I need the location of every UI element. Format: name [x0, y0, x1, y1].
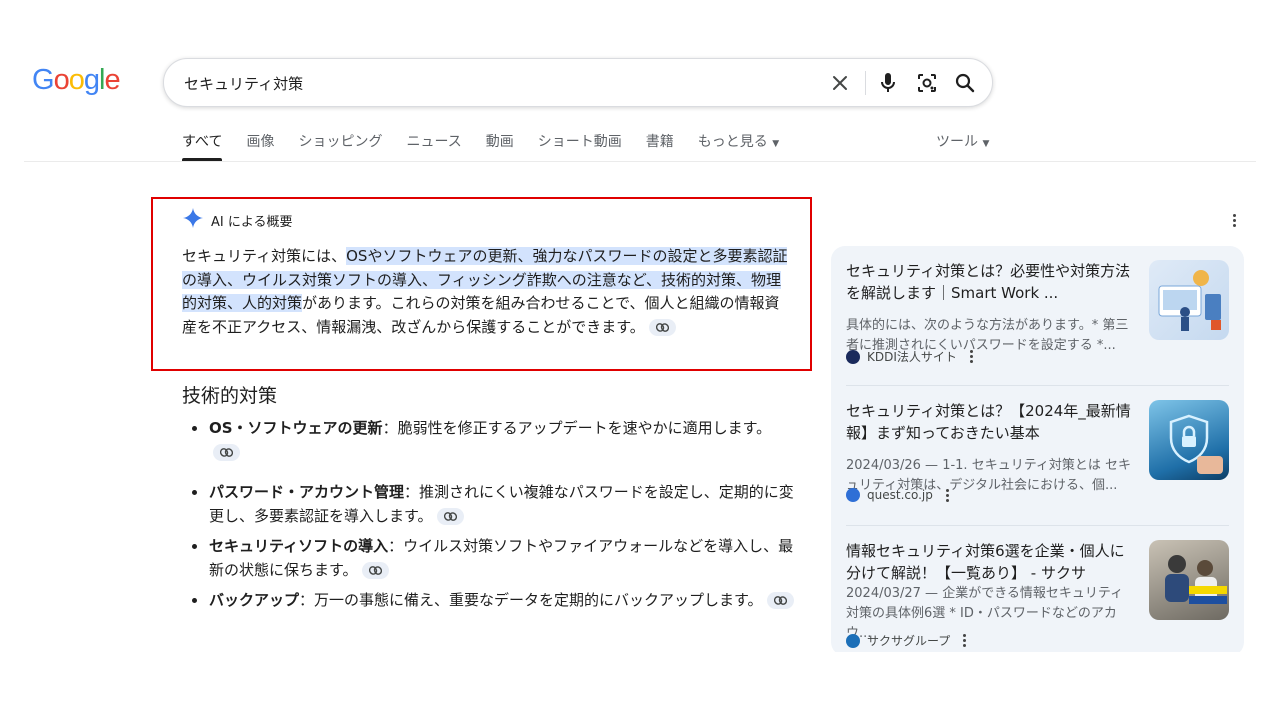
source-card[interactable]: 情報セキュリティ対策6選を企業・個人に分けて解説！【一覧あり】 - サクサ 20…	[846, 540, 1231, 652]
tools-button[interactable]: ツール ▼	[936, 131, 989, 151]
mic-icon[interactable]	[876, 71, 900, 95]
search-tabs: すべて 画像 ショッピング ニュース 動画 ショート動画 書籍 もっと見る ▼	[182, 131, 803, 161]
lens-icon[interactable]	[915, 71, 939, 95]
more-options-icon[interactable]	[969, 350, 973, 363]
source-title[interactable]: セキュリティ対策とは？【2024年_最新情報】まず知っておきたい基本	[846, 400, 1136, 444]
search-box[interactable]: セキュリティ対策	[163, 58, 993, 107]
ai-overview-header: AI による概要	[183, 208, 292, 232]
sparkle-icon	[183, 208, 203, 232]
logo-letter: o	[53, 64, 70, 96]
more-options-icon[interactable]	[945, 488, 949, 502]
link-icon[interactable]	[436, 508, 464, 525]
tab-news[interactable]: ニュース	[406, 131, 461, 161]
source-card[interactable]: セキュリティ対策とは？必要性や対策方法を解説します｜Smart Work ...…	[846, 260, 1231, 372]
site-name: KDDI法人サイト	[867, 350, 957, 364]
source-title[interactable]: 情報セキュリティ対策6選を企業・個人に分けて解説！【一覧あり】 - サクサ	[846, 540, 1136, 584]
search-icon[interactable]	[953, 71, 977, 95]
source-site[interactable]: KDDI法人サイト	[846, 348, 973, 365]
section-title: 技術的対策	[182, 385, 278, 407]
google-logo[interactable]: Google	[32, 64, 121, 97]
card-divider	[846, 525, 1229, 526]
bullet-text: ：万一の事態に備え、重要なデータを定期的にバックアップします。	[299, 591, 763, 609]
source-site[interactable]: quest.co.jp	[846, 488, 949, 502]
list-item: パスワード・アカウント管理：推測されにくい複雑なパスワードを設定し、定期的に変更…	[190, 480, 796, 528]
tab-all[interactable]: すべて	[182, 131, 223, 161]
caret-down-icon: ▼	[772, 139, 780, 149]
site-favicon	[846, 633, 860, 648]
bottom-fade	[0, 652, 1280, 720]
source-site[interactable]: サクサグループ	[846, 632, 967, 649]
bullet-term: セキュリティソフトの導入	[209, 537, 389, 555]
sources-panel: セキュリティ対策とは？必要性や対策方法を解説します｜Smart Work ...…	[831, 246, 1244, 656]
link-icon[interactable]	[361, 562, 389, 579]
ai-overview-summary: セキュリティ対策には、OSやソフトウェアの更新、強力なパスワードの設定と多要素認…	[182, 245, 794, 339]
tab-more-label: もっと見る	[697, 134, 768, 150]
caret-down-icon: ▼	[982, 139, 990, 149]
close-icon[interactable]	[828, 71, 852, 95]
bullet-term: OS・ソフトウェアの更新	[209, 419, 383, 437]
bullet-text: ：脆弱性を修正するアップデートを速やかに適用します。	[382, 419, 772, 437]
source-title[interactable]: セキュリティ対策とは？必要性や対策方法を解説します｜Smart Work ...	[846, 260, 1136, 304]
site-favicon	[846, 349, 860, 364]
card-divider	[846, 385, 1229, 386]
bullet-term: パスワード・アカウント管理	[209, 483, 405, 501]
tab-videos[interactable]: 動画	[486, 131, 514, 161]
logo-letter: G	[32, 64, 55, 96]
logo-letter: o	[68, 64, 85, 96]
more-options-icon[interactable]	[963, 634, 967, 647]
search-divider	[865, 71, 866, 95]
source-thumbnail	[1149, 540, 1229, 620]
ai-overview-label: AI による概要	[211, 214, 293, 230]
source-thumbnail	[1149, 400, 1229, 480]
bullet-term: バックアップ	[209, 591, 300, 609]
list-item: セキュリティソフトの導入：ウイルス対策ソフトやファイアウォールなどを導入し、最新…	[190, 534, 796, 582]
site-favicon	[846, 488, 860, 502]
logo-letter: g	[83, 64, 100, 96]
search-input[interactable]: セキュリティ対策	[184, 73, 303, 94]
site-name: quest.co.jp	[867, 488, 933, 502]
tab-more[interactable]: もっと見る ▼	[698, 131, 779, 161]
measures-list: OS・ソフトウェアの更新：脆弱性を修正するアップデートを速やかに適用します。 パ…	[190, 416, 796, 612]
link-icon[interactable]	[648, 318, 676, 336]
tab-images[interactable]: 画像	[246, 131, 274, 161]
tab-shopping[interactable]: ショッピング	[298, 131, 382, 161]
list-item: バックアップ：万一の事態に備え、重要なデータを定期的にバックアップします。	[190, 588, 796, 612]
list-item: OS・ソフトウェアの更新：脆弱性を修正するアップデートを速やかに適用します。	[190, 416, 796, 464]
link-icon[interactable]	[766, 592, 794, 609]
summary-text: セキュリティ対策には、	[182, 247, 347, 265]
source-thumbnail	[1149, 260, 1229, 340]
site-name: サクサグループ	[867, 634, 951, 648]
tools-label: ツール	[936, 134, 978, 150]
tabs-divider	[24, 161, 1256, 162]
tab-short-videos[interactable]: ショート動画	[538, 131, 622, 161]
more-options-icon[interactable]	[1227, 210, 1241, 230]
link-icon[interactable]	[213, 444, 240, 461]
source-card[interactable]: セキュリティ対策とは？【2024年_最新情報】まず知っておきたい基本 2024/…	[846, 400, 1231, 512]
logo-letter: e	[104, 64, 120, 96]
tab-books[interactable]: 書籍	[646, 131, 674, 161]
